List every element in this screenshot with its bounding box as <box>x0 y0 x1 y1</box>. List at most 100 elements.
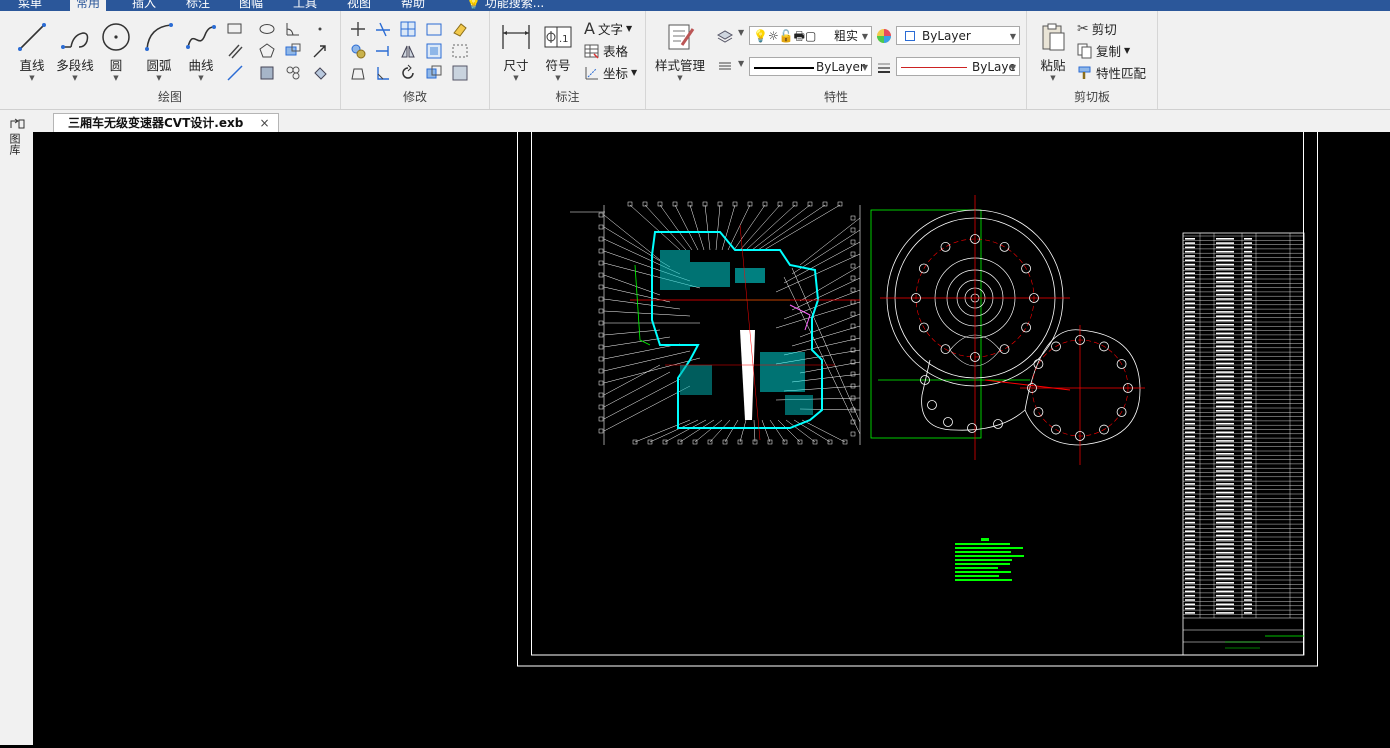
text-button[interactable]: A 文字 ▼ <box>584 19 632 38</box>
dashed-rect-icon <box>452 44 468 58</box>
menu-tab-tools[interactable]: 工具 <box>287 0 323 11</box>
frame-tool[interactable] <box>425 20 443 38</box>
properties-group-label: 特性 <box>823 90 848 104</box>
layer-combo[interactable]: 💡☼🔓🖶▢ 粗实 ▼ <box>749 26 872 45</box>
copy-tool[interactable] <box>349 42 367 60</box>
parts-list-table <box>1182 232 1305 656</box>
parallel-tool[interactable] <box>226 42 244 60</box>
move-tool[interactable] <box>349 20 367 38</box>
mirror-tool[interactable] <box>399 42 417 60</box>
chevron-down-icon: ▼ <box>1009 32 1016 41</box>
menu-tab-annotate[interactable]: 标注 <box>180 0 216 11</box>
geometric-tolerance-icon: .1 <box>544 26 572 48</box>
symbol-button[interactable]: .1 符号 ▼ <box>540 21 576 82</box>
polyline-button[interactable]: 多段线 ▼ <box>54 21 96 82</box>
table-button[interactable]: 表格 <box>584 41 628 60</box>
parallel-icon <box>228 44 243 59</box>
linetype-combo[interactable]: ByLayer ▼ <box>749 57 872 76</box>
eraser-tool[interactable] <box>451 20 469 38</box>
layer-state-icons: 💡☼🔓🖶▢ <box>753 29 817 43</box>
pattern-tool[interactable] <box>284 64 302 82</box>
mirror-icon <box>401 45 415 58</box>
ellipse-tool[interactable] <box>258 20 276 38</box>
paste-button[interactable]: 粘贴 ▼ <box>1033 21 1073 82</box>
list-tool-button[interactable] <box>716 57 734 75</box>
polygon-tool[interactable] <box>258 42 276 60</box>
sheet-outer-border <box>517 125 1318 667</box>
rectangle-tool[interactable] <box>226 20 244 38</box>
chamfer-tool[interactable] <box>374 64 392 82</box>
text-icon: A <box>584 19 595 38</box>
group-properties: 样式管理 ▼ ▼ ▼ 💡☼🔓🖶▢ 粗实 ▼ ByLayer ▼ ByLayer ▼… <box>646 11 1027 109</box>
offset-tool[interactable] <box>425 42 443 60</box>
rotate-tool[interactable] <box>399 64 417 82</box>
layer-tool-dropdown[interactable]: ▼ <box>738 28 744 37</box>
linetype-sample <box>754 67 814 69</box>
lineweight-button[interactable] <box>875 58 893 76</box>
color-combo[interactable]: ByLayer ▼ <box>896 26 1020 45</box>
ellipse-icon <box>259 24 275 34</box>
scale-tool[interactable] <box>425 64 443 82</box>
angle-tool[interactable] <box>284 20 302 38</box>
extend-icon <box>376 46 389 56</box>
chevron-down-icon: ▼ <box>861 32 868 41</box>
document-tab-bar: 三厢车无级变速器CVT设计.exb × <box>33 110 1390 133</box>
trim-tool[interactable] <box>374 20 392 38</box>
fill-tool[interactable] <box>311 64 329 82</box>
construction-line-tool[interactable] <box>226 64 244 82</box>
list-tool-dropdown[interactable]: ▼ <box>738 59 744 68</box>
color-value: ByLayer <box>922 29 971 43</box>
color-wheel-icon <box>877 29 891 43</box>
menu-tab-home[interactable]: 常用 <box>70 0 107 11</box>
feature-search-placeholder: 功能搜索... <box>484 0 545 10</box>
arrow-tool[interactable] <box>311 42 329 60</box>
hatch-tool[interactable] <box>258 64 276 82</box>
style-manager-label: 样式管理 <box>654 58 705 73</box>
curve-button[interactable]: 曲线 ▼ <box>182 21 220 82</box>
group-clipboard: 粘贴 ▼ ✂ 剪切 复制 ▼ 特性匹配 剪切板 <box>1027 11 1158 109</box>
cut-label: 剪切 <box>1091 22 1117 37</box>
rectangle-icon <box>227 23 242 34</box>
copy-button[interactable]: 复制 ▼ <box>1077 41 1130 60</box>
document-tab[interactable]: 三厢车无级变速器CVT设计.exb × <box>53 113 279 133</box>
arc-label: 圆弧 <box>146 58 172 73</box>
scale-icon <box>426 65 442 79</box>
point-tool[interactable] <box>311 20 329 38</box>
match-properties-button[interactable]: 特性匹配 <box>1077 63 1146 82</box>
explode-tool[interactable] <box>451 64 469 82</box>
array-tool[interactable] <box>399 20 417 38</box>
cut-button[interactable]: ✂ 剪切 <box>1077 19 1117 38</box>
table-label: 表格 <box>603 44 629 59</box>
color-wheel-button[interactable] <box>875 27 893 45</box>
close-icon[interactable]: × <box>260 116 270 130</box>
menu-tab-help[interactable]: 帮助 <box>395 0 431 11</box>
annotate-group-label: 标注 <box>555 90 580 104</box>
arc-button[interactable]: 圆弧 ▼ <box>140 21 178 82</box>
stretch-icon <box>351 68 365 80</box>
linetype-value: ByLayer <box>816 60 865 74</box>
polyline-icon <box>61 32 89 49</box>
menu-tab-view[interactable]: 视图 <box>341 0 377 11</box>
layer-tool-button[interactable] <box>716 27 734 45</box>
group-draw: 直线 ▼ 多段线 ▼ 圆 ▼ 圆弧 ▼ 曲线 ▼ 绘图 <box>0 11 341 109</box>
style-manager-button[interactable]: 样式管理 ▼ <box>652 21 708 82</box>
menu-tab-insert[interactable]: 插入 <box>126 0 162 11</box>
coordinate-button[interactable]: 坐标 ▼ <box>584 63 637 82</box>
paste-label: 粘贴 <box>1040 58 1066 73</box>
hatch-icon <box>260 66 274 80</box>
dimension-button[interactable]: 尺寸 ▼ <box>498 21 534 82</box>
circle-button[interactable]: 圆 ▼ <box>98 21 134 82</box>
block-tool[interactable] <box>284 42 302 60</box>
color-swatch <box>905 31 915 41</box>
stretch-tool[interactable] <box>349 64 367 82</box>
menu-tab-menu[interactable]: 菜单 <box>12 0 48 11</box>
feature-search[interactable]: 💡 功能搜索... <box>460 0 550 11</box>
linewidth-combo[interactable]: ByLaye ▼ <box>896 57 1020 76</box>
chevron-down-icon: ▼ <box>1009 63 1016 72</box>
select-tool[interactable] <box>451 42 469 60</box>
line-button[interactable]: 直线 ▼ <box>12 21 52 82</box>
menu-tab-frame[interactable]: 图幅 <box>233 0 269 11</box>
library-panel-toggle[interactable]: 图库 <box>8 118 25 163</box>
drawing-canvas[interactable] <box>33 125 1390 745</box>
extend-tool[interactable] <box>374 42 392 60</box>
